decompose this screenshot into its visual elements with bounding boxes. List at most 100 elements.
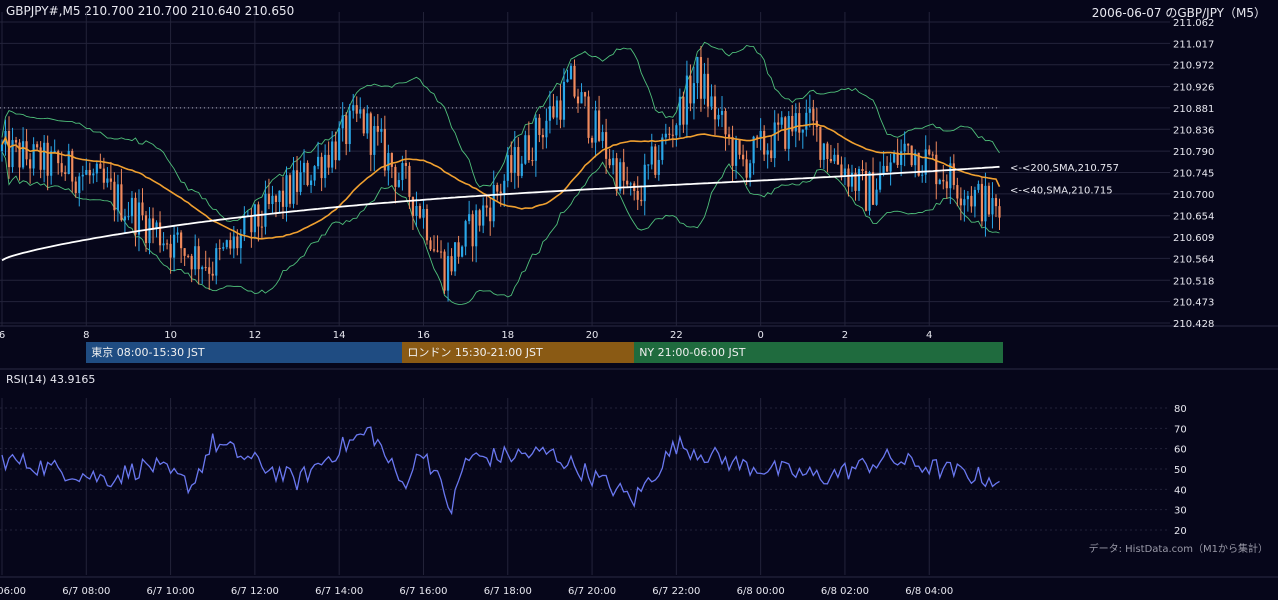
candle-body [833,154,836,162]
candle-body [713,96,717,120]
price-tick-label: 210.881 [1173,104,1214,115]
candle-body [689,75,692,104]
candle-body [369,113,372,155]
candle-body [520,163,523,176]
candle-body [425,208,429,241]
candle-body [601,132,604,141]
candle-body [127,216,130,218]
candle-body [612,158,615,166]
hour-tick-label: 4 [926,330,932,341]
hour-tick-label: 20 [586,330,599,341]
price-tick-label: 210.926 [1173,83,1214,94]
date-tick-label: 6/8 04:00 [905,586,953,597]
candle-body [524,135,527,164]
candle-body [671,134,674,136]
candle-body [548,106,552,121]
date-tick-label: 6/7 14:00 [315,586,363,597]
candle-body [963,199,966,206]
candle-body [190,255,193,270]
candle-body [327,154,330,168]
candle-body [756,136,759,138]
sma200-label: <-<200,SMA,210.757 [1010,163,1119,174]
date-tick-label: 6/7 20:00 [568,586,616,597]
candle-body [843,168,847,177]
candle-body [619,162,622,191]
candle-body [921,174,924,176]
candle-body [777,122,780,125]
candle-body [987,185,991,215]
candle-body [334,141,337,161]
candle-body [468,214,471,222]
candle-body [0,144,4,152]
candle-body [7,130,11,168]
candle-body [324,154,327,179]
candle-body [928,149,931,155]
candle-body [812,108,815,121]
candle-body [819,126,822,160]
price-tick-label: 210.836 [1173,125,1214,136]
candle-body [875,189,878,205]
candle-body [14,140,18,143]
candle-body [499,191,502,194]
candle-body [29,159,32,169]
candle-body [513,147,516,173]
candle-body [281,190,285,207]
candle-body [675,125,678,136]
date-tick-label: 6/7 12:00 [231,586,279,597]
candle-body [893,152,896,163]
candle-body [720,110,724,115]
candle-body [204,267,207,269]
candle-body [703,73,706,99]
candle-body [942,179,945,182]
candle-body [278,190,281,202]
candle-body [696,57,699,84]
candle-body [492,184,495,222]
sma40-label: <-<40,SMA,210.715 [1010,186,1113,197]
candle-body [253,204,256,233]
candle-body [232,236,235,249]
candle-body [724,110,727,135]
candle-body [531,160,534,162]
candle-body [685,75,688,125]
candle-body [622,162,625,181]
candle-body [116,184,119,211]
candle-body [120,184,123,221]
candle-body [18,142,21,168]
candle-body [99,163,102,169]
candle-body [966,195,969,200]
candle-body [727,134,731,137]
candle-body [418,205,422,218]
candle-body [457,242,460,257]
candle-body [784,117,787,149]
candle-body [657,159,660,175]
candle-body [341,115,344,129]
candle-body [380,128,383,132]
candle-body [510,155,513,173]
candle-body [250,214,253,233]
candle-body [64,172,67,174]
candle-body [717,114,720,120]
candle-body [840,164,843,177]
candle-body [534,117,537,161]
candle-body [935,154,938,185]
candle-body [422,208,425,218]
candle-body [366,113,369,134]
candle-body [60,163,63,173]
candle-body [970,195,973,207]
candle-body [141,202,144,216]
candle-body [95,163,98,174]
date-tick-label: 6/7 08:00 [62,586,110,597]
candle-body [229,240,232,249]
candle-body [331,141,334,168]
date-tick-label: 6/7 22:00 [652,586,700,597]
candle-body [791,115,794,132]
candle-body [710,96,713,107]
candle-body [176,232,179,235]
candle-body [387,152,390,171]
candle-body [636,190,639,200]
candle-body [597,110,601,141]
bollinger-lower-line [1,151,1000,305]
candle-body [654,146,657,175]
candle-body [569,65,573,80]
candle-body [938,179,941,185]
